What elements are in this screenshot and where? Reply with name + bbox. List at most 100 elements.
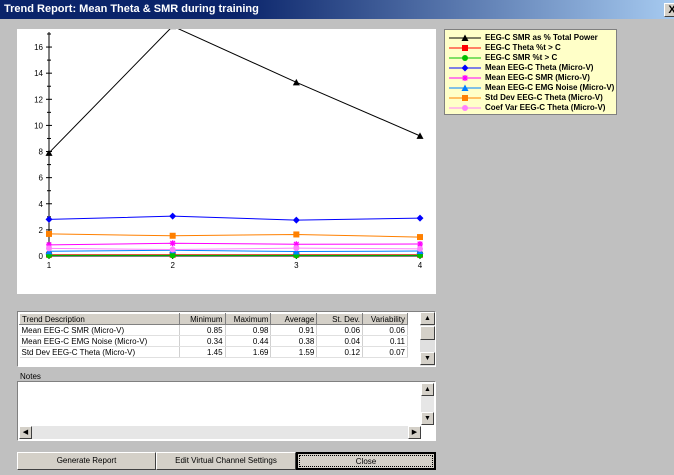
legend-item: Mean EEG-C Theta (Micro-V): [445, 63, 618, 73]
legend-label: Coef Var EEG-C Theta (Micro-V): [485, 103, 606, 112]
table-cell: 0.04: [316, 335, 364, 347]
trend-chart: 02468101214161 2 3 4: [17, 29, 436, 294]
data-point: [292, 216, 300, 224]
notes-field[interactable]: ▲ ▼ ◀ ▶: [17, 381, 436, 441]
column-header[interactable]: Average: [270, 313, 318, 325]
table-row[interactable]: Mean EEG-C EMG Noise (Micro-V) 0.34 0.44 0.…: [19, 335, 408, 347]
legend-item: Mean EEG-C SMR (Micro-V): [445, 73, 618, 83]
data-point: [416, 214, 424, 222]
column-header[interactable]: Maximum: [224, 313, 272, 325]
series-4: [46, 240, 423, 248]
table-cell: 1.59: [270, 346, 318, 358]
scroll-down-icon[interactable]: ▼: [420, 352, 435, 365]
series-line: [48, 249, 421, 253]
table-cell: Std Dev EEG-C Theta (Micro-V): [19, 346, 180, 358]
y-tick-label: 6: [39, 174, 44, 183]
legend-marker: [462, 45, 468, 51]
legend-item: Coef Var EEG-C Theta (Micro-V): [445, 103, 618, 113]
legend-swatch: [449, 95, 481, 101]
data-point: [169, 232, 176, 239]
notes-horizontal-scrollbar[interactable]: ◀ ▶: [19, 426, 421, 439]
scroll-up-icon[interactable]: ▲: [420, 312, 435, 325]
column-header[interactable]: Minimum: [178, 313, 226, 325]
legend-marker: [462, 95, 468, 101]
series-line: [48, 242, 421, 246]
x-tick-label: 1: [47, 261, 52, 270]
notes-label: Notes: [20, 372, 41, 381]
table-cell: 0.11: [362, 335, 408, 347]
y-tick-label: 12: [34, 95, 43, 104]
y-tick-label: 16: [34, 43, 43, 52]
legend-swatch: [449, 55, 481, 61]
legend-item: EEG-C Theta %t > C: [445, 43, 618, 53]
data-point: [416, 132, 424, 139]
notes-scroll-down-icon[interactable]: ▼: [421, 412, 434, 425]
y-tick-label: 0: [39, 252, 44, 261]
column-header[interactable]: St. Dev.: [316, 313, 364, 325]
column-header[interactable]: Variability: [362, 313, 408, 325]
generate-report-button[interactable]: Generate Report: [17, 452, 156, 470]
legend-marker: [462, 75, 468, 81]
title-bar: Trend Report: Mean Theta & SMR during tr…: [0, 0, 674, 19]
legend-marker: [462, 55, 468, 61]
notes-scroll-right-icon[interactable]: ▶: [408, 426, 421, 439]
x-tick-label: 3: [294, 261, 299, 270]
legend-swatch: [449, 75, 481, 81]
legend-label: EEG-C SMR as % Total Power: [485, 33, 598, 42]
data-point: [293, 245, 300, 252]
data-point: [46, 245, 52, 252]
notes-vertical-scrollbar[interactable]: ▲ ▼: [421, 383, 434, 425]
y-tick-label: 2: [39, 226, 44, 235]
y-tick-label: 14: [34, 69, 43, 78]
legend-label: EEG-C Theta %t > C: [485, 43, 561, 52]
column-header[interactable]: Trend Description: [19, 313, 180, 325]
legend-item: Std Dev EEG-C Theta (Micro-V): [445, 93, 618, 103]
legend-label: Std Dev EEG-C Theta (Micro-V): [485, 93, 603, 102]
data-point: [417, 234, 423, 241]
table-cell: 0.38: [270, 335, 318, 347]
legend-label: EEG-C SMR %t > C: [485, 53, 558, 62]
table-cell: 0.44: [225, 335, 272, 347]
data-point: [417, 245, 423, 252]
edit-virtual-channel-settings-button[interactable]: Edit Virtual Channel Settings: [156, 452, 296, 470]
close-button[interactable]: Close: [296, 452, 436, 470]
table-cell: 0.91: [270, 324, 318, 336]
series-line: [48, 233, 421, 238]
x-tick-label: 2: [170, 261, 175, 270]
data-point: [45, 215, 53, 223]
table-scrollbar[interactable]: ▲ ▼: [420, 312, 435, 366]
series-line: [48, 247, 421, 250]
table-row[interactable]: Std Dev EEG-C Theta (Micro-V) 1.45 1.69 1.5…: [19, 346, 408, 358]
notes-scroll-up-icon[interactable]: ▲: [421, 383, 434, 396]
notes-scroll-left-icon[interactable]: ◀: [19, 426, 32, 439]
legend-swatch: [449, 45, 481, 51]
x-tick-label: 4: [418, 261, 423, 270]
data-point: [46, 230, 52, 237]
table-cell: 0.06: [362, 324, 408, 336]
window-title: Trend Report: Mean Theta & SMR during tr…: [4, 3, 259, 15]
y-tick-label: 8: [39, 148, 44, 157]
series-5: [45, 246, 424, 255]
series-1: [46, 251, 423, 258]
legend-label: Mean EEG-C Theta (Micro-V): [485, 63, 594, 72]
table-cell: 1.45: [179, 346, 226, 358]
legend-label: Mean EEG-C EMG Noise (Micro-V): [485, 83, 615, 92]
close-icon[interactable]: X: [664, 3, 674, 17]
scroll-thumb[interactable]: [420, 326, 435, 340]
table-cell: 1.69: [225, 346, 272, 358]
table-cell: Mean EEG-C EMG Noise (Micro-V): [19, 335, 180, 347]
y-tick-label: 4: [39, 200, 44, 209]
series-2: [46, 252, 423, 259]
trend-table[interactable]: Trend Description Minimum Maximum Average St…: [17, 311, 436, 367]
table-cell: 0.34: [179, 335, 226, 347]
data-point: [169, 240, 176, 247]
chart-legend: EEG-C SMR as % Total Power EEG-C Theta %t…: [444, 29, 617, 115]
legend-item: Mean EEG-C EMG Noise (Micro-V): [445, 83, 618, 93]
data-point: [292, 78, 300, 86]
data-point: [169, 212, 177, 220]
table-row[interactable]: Mean EEG-C SMR (Micro-V) 0.85 0.98 0.91 0.06…: [19, 324, 408, 336]
data-point: [169, 246, 176, 253]
legend-swatch: [449, 34, 481, 41]
legend-label: Mean EEG-C SMR (Micro-V): [485, 73, 590, 82]
legend-item: EEG-C SMR as % Total Power: [445, 33, 618, 43]
